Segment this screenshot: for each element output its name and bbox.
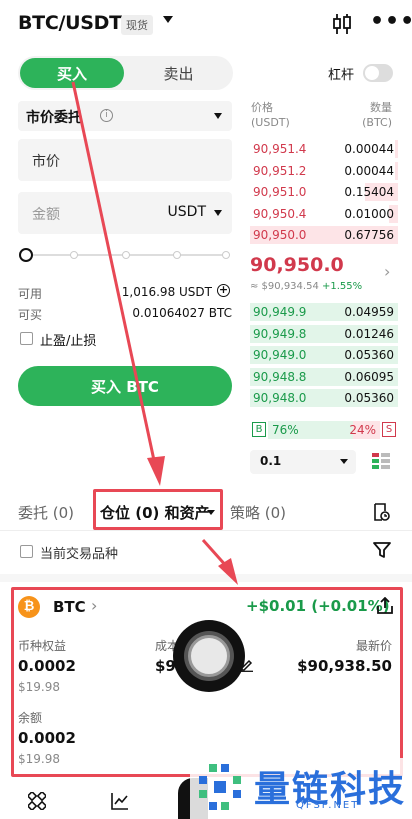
qty-header: 数量 — [370, 101, 392, 114]
ask-row[interactable]: 90,951.0 0.15404 — [250, 182, 398, 202]
filter-icon[interactable] — [373, 542, 391, 559]
sell-tab[interactable]: 卖出 — [126, 58, 231, 88]
pair-dropdown-icon[interactable] — [163, 16, 173, 23]
price-unit: (USDT) — [251, 116, 290, 129]
mid-ref-value: ≈ $90,934.54 — [250, 281, 319, 292]
buyable-value: 0.01064027 BTC — [132, 306, 232, 320]
slider-handle[interactable] — [19, 248, 33, 262]
buyable-label: 可买 — [18, 308, 43, 322]
bid-price: 90,948.0 — [253, 391, 307, 405]
chevron-down-icon — [340, 459, 348, 464]
slider-step[interactable] — [70, 251, 78, 259]
qty-unit: (BTC) — [362, 116, 392, 129]
slider-step[interactable] — [122, 251, 130, 259]
ask-qty: 0.15404 — [344, 185, 394, 199]
market-chart-icon[interactable] — [111, 792, 129, 810]
amount-field[interactable]: 金额 USDT — [18, 192, 232, 234]
add-funds-icon[interactable]: + — [217, 284, 230, 297]
bid-price: 90,949.0 — [253, 348, 307, 362]
buy-sell-ratio: B 76% 24% S — [250, 421, 398, 439]
tpsl-checkbox[interactable] — [20, 332, 33, 345]
buy-tab[interactable]: 买入 — [20, 58, 124, 88]
bid-qty: 0.05360 — [344, 391, 394, 405]
bid-row[interactable]: 90,949.0 0.05360 — [250, 345, 398, 365]
bid-qty: 0.04959 — [344, 305, 394, 319]
ask-row[interactable]: 90,950.4 0.01000 — [250, 204, 398, 224]
mid-price[interactable]: 90,950.0 — [250, 254, 344, 276]
available-label: 可用 — [18, 287, 43, 301]
bid-price: 90,949.8 — [253, 326, 307, 341]
order-type-label: 市价委托 — [26, 110, 82, 126]
watermark-subtitle: QFSP.NET — [296, 800, 360, 811]
bid-row[interactable]: 90,948.8 0.06095 — [250, 367, 398, 387]
leverage-switch[interactable] — [363, 64, 393, 82]
bid-qty: 0.06095 — [344, 369, 394, 384]
depth-layout-icon[interactable] — [371, 451, 391, 471]
ask-price: 90,950.4 — [253, 206, 307, 221]
mid-ref: ≈ $90,934.54 +1.55% — [250, 281, 362, 292]
highlight-position-card — [11, 587, 403, 777]
leverage-label: 杠杆 — [328, 68, 355, 83]
ask-row[interactable]: 90,950.0 0.67756 — [250, 225, 398, 245]
mid-change: +1.55% — [322, 281, 363, 292]
bid-qty: 0.01246 — [344, 326, 394, 341]
sell-box: S — [382, 422, 396, 437]
precision-select[interactable]: 0.1 — [250, 450, 356, 474]
ask-price: 90,951.0 — [253, 185, 307, 199]
bid-price: 90,949.9 — [253, 305, 307, 319]
spot-badge: 现货 — [121, 15, 153, 35]
bid-price: 90,948.8 — [253, 369, 307, 384]
ask-depth-bar — [395, 140, 398, 158]
bid-row[interactable]: 90,949.8 0.01246 — [250, 324, 398, 344]
amount-placeholder: 金额 — [32, 207, 60, 223]
ask-qty: 0.67756 — [344, 228, 394, 242]
ask-price: 90,951.4 — [253, 142, 307, 156]
precision-value: 0.1 — [260, 454, 282, 468]
bid-row[interactable]: 90,948.0 0.05360 — [250, 388, 398, 408]
ask-depth-bar — [395, 161, 398, 180]
available-value: 1,016.98 USDT — [121, 285, 212, 299]
chevron-right-icon[interactable]: › — [384, 262, 390, 281]
price-placeholder: 市价 — [32, 154, 60, 170]
tpsl-label[interactable]: 止盈/止损 — [40, 330, 96, 349]
tab-strategy[interactable]: 策略 (0) — [230, 502, 286, 523]
current-pair-label[interactable]: 当前交易品种 — [40, 543, 118, 562]
buy-box: B — [252, 422, 266, 437]
highlight-positions-tab — [93, 489, 223, 530]
order-type-select[interactable]: 市价委托 i — [18, 101, 232, 131]
price-field[interactable]: 市价 — [18, 139, 232, 181]
ask-price: 90,951.2 — [253, 163, 307, 178]
chevron-down-icon[interactable] — [214, 210, 222, 216]
buy-ratio: 76% — [272, 423, 299, 437]
slider-step[interactable] — [222, 251, 230, 259]
price-header: 价格 — [251, 101, 273, 114]
info-icon[interactable]: i — [100, 109, 113, 122]
ask-row[interactable]: 90,951.2 0.00044 — [250, 161, 398, 181]
section-divider — [0, 574, 412, 582]
grid-menu-icon[interactable] — [28, 792, 46, 810]
ask-row[interactable]: 90,951.4 0.00044 — [250, 139, 398, 159]
bid-qty: 0.05360 — [344, 348, 394, 362]
slider-step[interactable] — [173, 251, 181, 259]
candlestick-chart-icon[interactable] — [332, 13, 352, 35]
ask-qty: 0.00044 — [344, 163, 394, 178]
ask-qty: 0.00044 — [344, 142, 394, 156]
bid-row[interactable]: 90,949.9 0.04959 — [250, 302, 398, 322]
side-toggle: 买入 卖出 — [18, 56, 233, 90]
current-pair-checkbox[interactable] — [20, 545, 33, 558]
watermark-logo-icon — [199, 764, 241, 810]
more-options-icon[interactable]: ••• — [370, 11, 412, 33]
amount-unit[interactable]: USDT — [168, 204, 206, 220]
ask-qty: 0.01000 — [344, 206, 394, 221]
tab-orders[interactable]: 委托 (0) — [18, 502, 74, 523]
chevron-down-icon — [214, 113, 222, 119]
ask-price: 90,950.0 — [253, 228, 307, 242]
sell-ratio: 24% — [349, 423, 376, 437]
pair-title[interactable]: BTC/USDT — [18, 12, 122, 34]
tab-divider — [0, 530, 412, 531]
buy-btc-button[interactable]: 买入 BTC — [18, 366, 232, 406]
order-history-icon[interactable] — [372, 503, 390, 521]
